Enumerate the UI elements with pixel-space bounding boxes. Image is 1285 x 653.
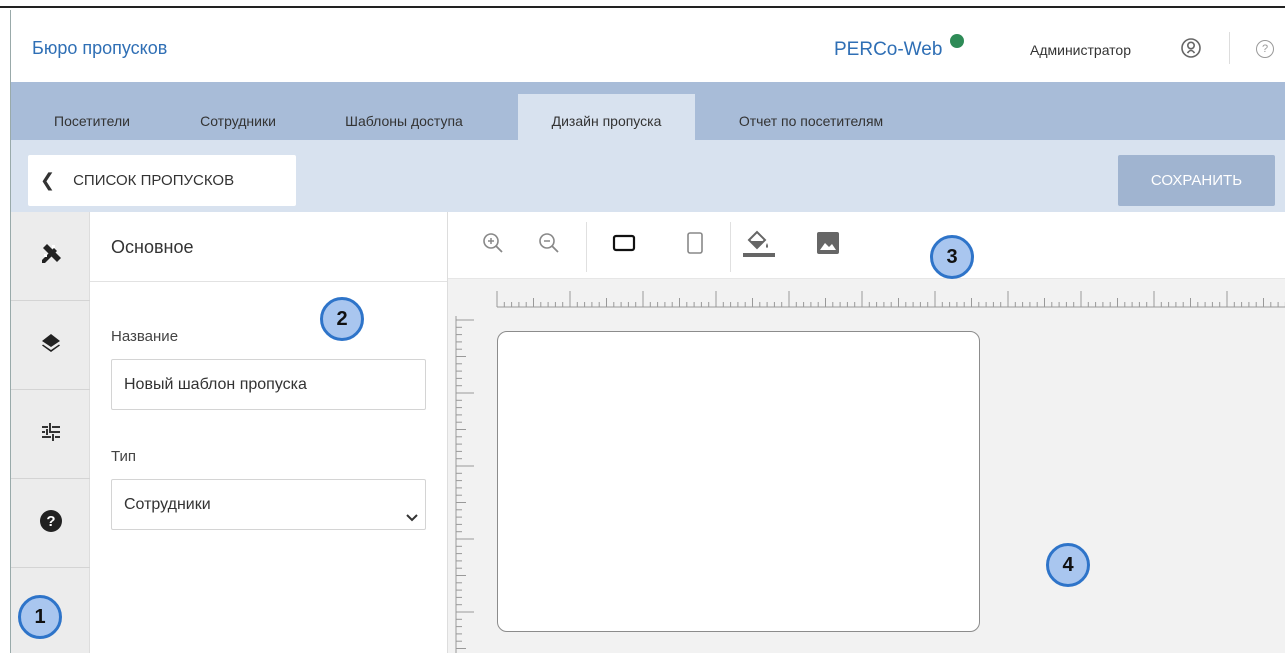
brand-name: PERCo-Web — [834, 39, 943, 60]
toolbar-divider — [730, 222, 731, 272]
panel-heading: Основное — [90, 212, 447, 282]
sliders-icon — [40, 421, 62, 448]
zoom-in-icon — [481, 231, 505, 260]
type-select-value: Сотрудники — [124, 496, 211, 513]
landscape-icon — [612, 231, 636, 260]
fill-color-icon — [740, 227, 776, 264]
app-title[interactable]: Бюро пропусков — [32, 38, 167, 59]
user-icon[interactable] — [1180, 37, 1202, 59]
main-tabs: Посетители Сотрудники Шаблоны доступа Ди… — [11, 82, 1285, 140]
rail-item-settings[interactable] — [11, 390, 90, 479]
help-icon: ? — [39, 509, 63, 538]
properties-panel: Основное Название Новый шаблон пропуска … — [90, 212, 448, 653]
fill-color-button[interactable] — [740, 227, 776, 264]
horizontal-ruler — [448, 279, 1285, 316]
design-tools-icon — [39, 242, 63, 271]
top-border — [0, 0, 1285, 8]
tab-visitors[interactable]: Посетители — [35, 94, 149, 140]
tab-visitor-report[interactable]: Отчет по посетителям — [713, 94, 909, 140]
zoom-in-button[interactable] — [477, 229, 509, 261]
toolbar-divider — [586, 222, 587, 272]
callout-marker-1: 1 — [18, 595, 62, 639]
name-label: Название — [111, 328, 179, 345]
type-select[interactable]: Сотрудники — [111, 479, 426, 530]
background-image-button[interactable] — [812, 229, 844, 261]
help-icon[interactable]: ? — [1256, 40, 1274, 58]
side-rail: ? — [11, 212, 90, 653]
template-name-input[interactable]: Новый шаблон пропуска — [111, 359, 426, 410]
save-button[interactable]: СОХРАНИТЬ — [1118, 155, 1275, 206]
callout-marker-3: 3 — [930, 235, 974, 279]
user-name[interactable]: Администратор — [1030, 42, 1131, 58]
portrait-icon — [683, 231, 707, 260]
design-canvas[interactable] — [448, 279, 1285, 653]
header-divider — [1229, 32, 1230, 64]
svg-text:?: ? — [46, 513, 55, 530]
tab-employees[interactable]: Сотрудники — [179, 94, 297, 140]
layers-icon — [40, 332, 62, 359]
chevron-left-icon: ❮ — [40, 170, 56, 190]
app-header: Бюро пропусков PERCo-Web Администратор ? — [11, 10, 1285, 82]
vertical-ruler — [455, 316, 474, 653]
image-icon — [815, 230, 841, 261]
back-to-pass-list-button[interactable]: ❮ СПИСОК ПРОПУСКОВ — [28, 155, 296, 206]
design-toolbar — [448, 212, 1285, 279]
zoom-out-button[interactable] — [533, 229, 565, 261]
back-button-label: СПИСОК ПРОПУСКОВ — [73, 172, 235, 189]
zoom-out-icon — [537, 231, 561, 260]
rail-item-layers[interactable] — [11, 301, 90, 390]
action-bar: ❮ СПИСОК ПРОПУСКОВ СОХРАНИТЬ — [11, 140, 1285, 212]
landscape-orientation-button[interactable] — [608, 229, 640, 261]
type-label: Тип — [111, 448, 137, 465]
callout-marker-2: 2 — [320, 297, 364, 341]
app-window: Бюро пропусков PERCo-Web Администратор ?… — [10, 10, 1285, 653]
rail-item-help[interactable]: ? — [11, 479, 90, 568]
callout-marker-4: 4 — [1046, 543, 1090, 587]
rail-item-design-tools[interactable] — [11, 212, 90, 301]
chevron-down-icon — [405, 496, 419, 522]
pass-card-preview[interactable] — [497, 331, 980, 632]
portrait-orientation-button[interactable] — [679, 229, 711, 261]
tab-pass-design[interactable]: Дизайн пропуска — [518, 94, 695, 140]
tab-access-templates[interactable]: Шаблоны доступа — [317, 94, 491, 140]
connection-status-indicator — [950, 34, 964, 48]
